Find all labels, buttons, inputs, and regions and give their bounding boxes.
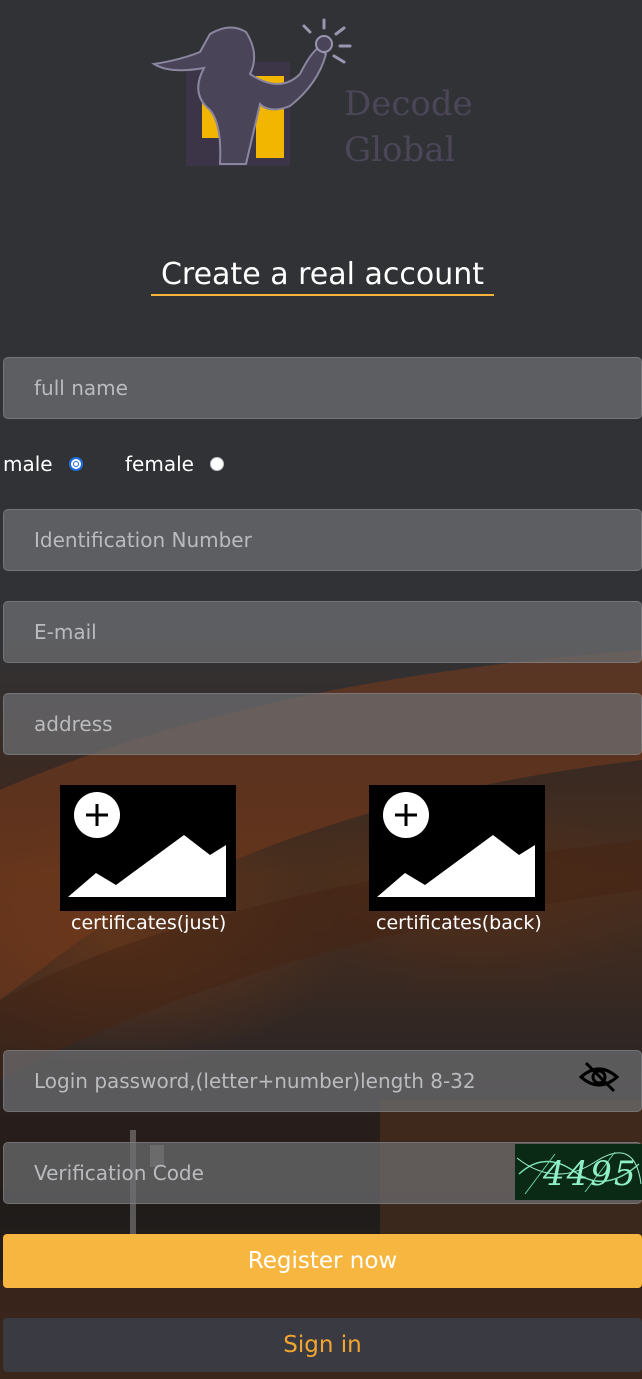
upload-front-label: certificates(just) [71, 912, 227, 934]
full-name-input[interactable] [4, 358, 641, 418]
signin-button[interactable]: Sign in [3, 1318, 642, 1372]
upload-certificate-front[interactable] [60, 785, 236, 911]
female-label: female [125, 452, 194, 476]
email-field[interactable] [3, 601, 642, 663]
female-radio[interactable] [210, 457, 224, 471]
male-radio[interactable] [69, 457, 83, 471]
password-input[interactable] [4, 1051, 641, 1111]
identification-input[interactable] [4, 510, 641, 570]
eye-off-icon[interactable] [578, 1059, 620, 1095]
brand-name-line2: Global [344, 130, 456, 170]
full-name-field[interactable] [3, 357, 642, 419]
gender-radio-group: male female [3, 448, 303, 482]
upload-certificate-back[interactable] [369, 785, 545, 911]
brand-name-line1: Decode [344, 84, 473, 124]
password-field[interactable] [3, 1050, 642, 1112]
add-image-icon [68, 792, 226, 897]
brand-logo: Decode Global [150, 14, 480, 174]
male-label: male [3, 452, 53, 476]
captcha-text: 4495 [543, 1154, 638, 1194]
identification-field[interactable] [3, 509, 642, 571]
address-field[interactable] [3, 693, 642, 755]
captcha-image[interactable]: 4495 [515, 1144, 642, 1200]
page-title: Create a real account [151, 254, 494, 296]
address-input[interactable] [4, 694, 641, 754]
upload-back-label: certificates(back) [376, 912, 542, 934]
register-button[interactable]: Register now [3, 1234, 642, 1288]
email-input[interactable] [4, 602, 641, 662]
add-image-icon [377, 792, 535, 897]
